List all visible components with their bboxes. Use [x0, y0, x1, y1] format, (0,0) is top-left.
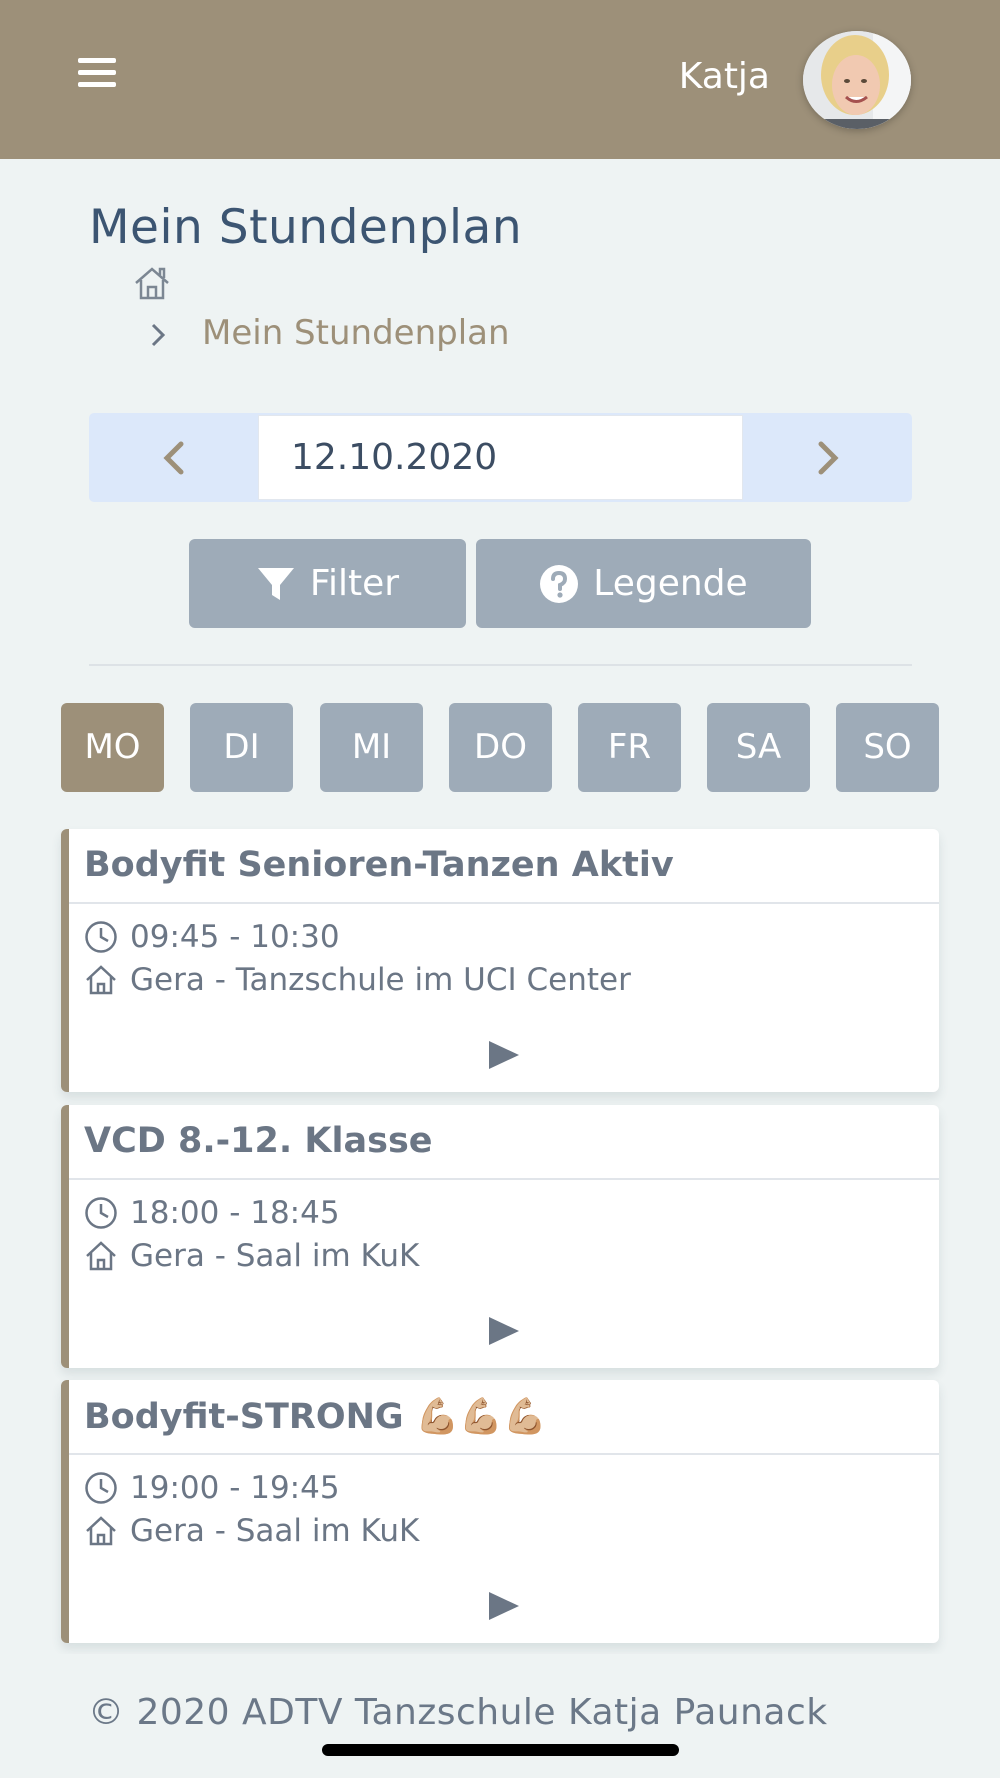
avatar-photo-icon [803, 31, 911, 129]
course-title: Bodyfit Senioren-Tanzen Aktiv [84, 845, 674, 885]
course-card[interactable]: VCD 8.-12. Klasse 18:00 - 18:45 Gera - S… [61, 1105, 939, 1368]
avatar[interactable] [803, 31, 911, 129]
user-name[interactable]: Katja [679, 56, 770, 97]
course-location-row: Gera - Saal im KuK [84, 1238, 419, 1274]
course-time: 19:00 - 19:45 [130, 1470, 340, 1506]
course-location: Gera - Tanzschule im UCI Center [130, 962, 631, 998]
card-divider [69, 1453, 939, 1455]
chevron-left-icon [163, 441, 184, 475]
breadcrumb-chevron-right-icon [151, 323, 166, 347]
day-tab-sa[interactable]: SA [707, 703, 810, 792]
day-tab-mi[interactable]: MI [320, 703, 423, 792]
course-time: 09:45 - 10:30 [130, 919, 340, 955]
course-card[interactable]: Bodyfit-STRONG 💪🏼💪🏼💪🏼 19:00 - 19:45 Gera… [61, 1380, 939, 1643]
card-divider [69, 1178, 939, 1180]
filter-button[interactable]: Filter [189, 539, 466, 628]
course-title: Bodyfit-STRONG 💪🏼💪🏼💪🏼 [84, 1397, 547, 1437]
day-tab-mo[interactable]: MO [61, 703, 164, 792]
home-icon [86, 1516, 116, 1546]
breadcrumb-home-icon[interactable] [132, 265, 172, 301]
footer-copyright: © 2020 ADTV Tanzschule Katja Paunack [88, 1692, 828, 1733]
course-location-row: Gera - Tanzschule im UCI Center [84, 962, 631, 998]
filter-button-label: Filter [309, 563, 400, 604]
clock-icon [85, 921, 117, 953]
date-input[interactable]: 12.10.2020 [258, 415, 743, 500]
play-icon[interactable] [487, 1039, 521, 1071]
legend-button-label: Legende [593, 563, 748, 604]
course-title: VCD 8.-12. Klasse [84, 1121, 433, 1161]
divider [89, 664, 912, 666]
clock-icon [85, 1197, 117, 1229]
legend-button[interactable]: Legende [476, 539, 811, 628]
course-time: 18:00 - 18:45 [130, 1195, 340, 1231]
course-time-row: 09:45 - 10:30 [84, 919, 340, 955]
app-header: Katja [0, 0, 1000, 159]
card-divider [69, 902, 939, 904]
previous-date-button[interactable] [89, 413, 258, 502]
day-tab-di[interactable]: DI [190, 703, 293, 792]
date-navigator: 12.10.2020 [89, 413, 912, 502]
next-date-button[interactable] [743, 413, 912, 502]
course-location: Gera - Saal im KuK [130, 1238, 420, 1274]
course-location-row: Gera - Saal im KuK [84, 1513, 419, 1549]
play-icon[interactable] [487, 1590, 521, 1622]
chevron-right-icon [818, 441, 839, 475]
breadcrumb-current: Mein Stundenplan [202, 313, 510, 353]
course-location: Gera - Saal im KuK [130, 1513, 420, 1549]
course-time-row: 18:00 - 18:45 [84, 1195, 340, 1231]
clock-icon [85, 1472, 117, 1504]
day-tab-do[interactable]: DO [449, 703, 552, 792]
question-circle-icon [540, 564, 579, 603]
day-tab-fr[interactable]: FR [578, 703, 681, 792]
day-tab-so[interactable]: SO [836, 703, 939, 792]
filter-icon [257, 567, 294, 600]
course-card[interactable]: Bodyfit Senioren-Tanzen Aktiv 09:45 - 10… [61, 829, 939, 1092]
page-title: Mein Stundenplan [89, 200, 523, 255]
play-icon[interactable] [487, 1315, 521, 1347]
home-indicator[interactable] [322, 1744, 679, 1756]
course-time-row: 19:00 - 19:45 [84, 1470, 340, 1506]
home-icon [86, 1241, 116, 1271]
home-icon [86, 965, 116, 995]
hamburger-menu-icon[interactable] [78, 58, 116, 90]
footer: © 2020 ADTV Tanzschule Katja Paunack [0, 1654, 1000, 1778]
